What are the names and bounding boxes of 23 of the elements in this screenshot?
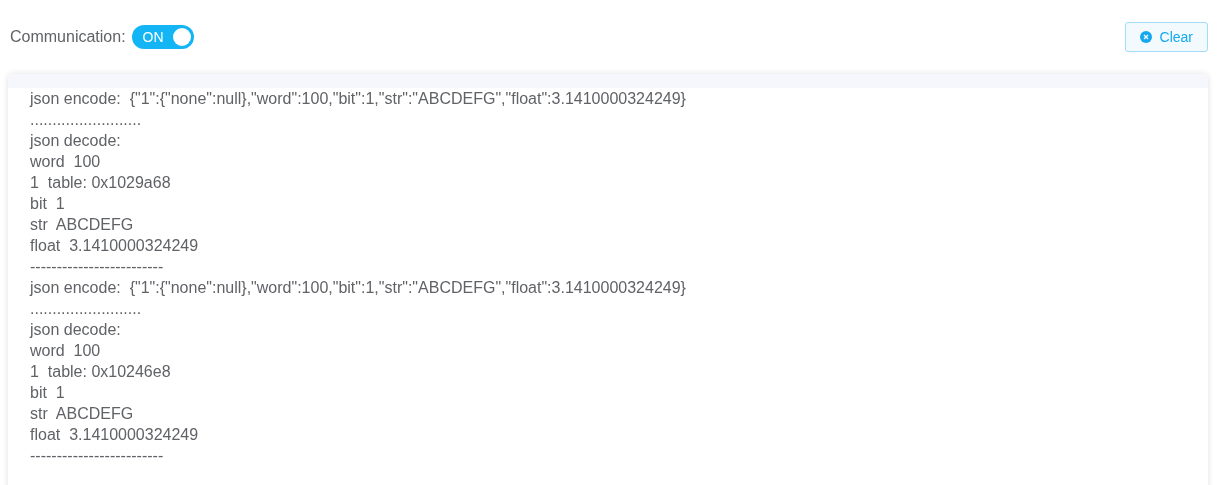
log-line: 1 table: 0x10246e8 (30, 362, 172, 382)
log-line: ......................... (30, 299, 143, 319)
log-line: json decode: (30, 320, 122, 340)
log-line: json encode: {"1":{"none":null},"word":100,"bit":1,"str":"ABCDEFG","float":3.1410000324249} (30, 89, 687, 109)
log-line: ------------------------- (30, 446, 165, 466)
log-line: word 100 (30, 152, 102, 172)
communication-switch[interactable]: ON (131, 25, 194, 49)
log-line: str ABCDEFG (30, 215, 135, 235)
close-icon (1139, 31, 1152, 43)
log-line: json decode: (30, 131, 122, 151)
clear-button[interactable]: Clear (1124, 22, 1208, 52)
log-line: 1 table: 0x1029a68 (30, 173, 172, 193)
log-line: ......................... (30, 110, 143, 130)
log-line: word 100 (30, 341, 102, 361)
communication-label: Communication: (10, 27, 126, 47)
log-line: ------------------------- (30, 257, 165, 277)
log-line: bit 1 (30, 383, 66, 403)
log-line: float 3.1410000324249 (30, 425, 200, 445)
log-line: float 3.1410000324249 (30, 236, 200, 256)
switch-knob-icon (172, 28, 191, 46)
log-line: json encode: {"1":{"none":null},"word":100,"bit":1,"str":"ABCDEFG","float":3.1410000324249} (30, 278, 687, 298)
log-line: str ABCDEFG (30, 404, 135, 424)
log-line: bit 1 (30, 194, 66, 214)
